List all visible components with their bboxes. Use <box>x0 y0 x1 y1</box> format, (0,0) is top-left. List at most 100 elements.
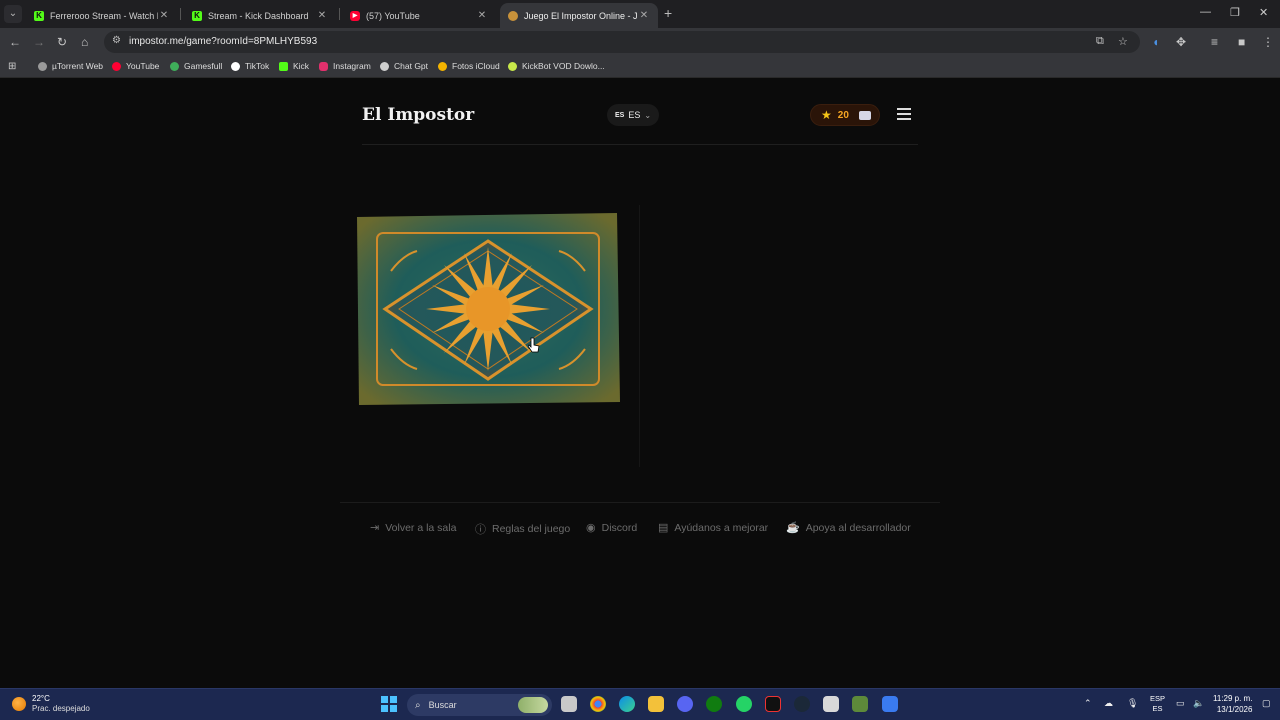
windows-taskbar: 22°C Prac. despejado ⌕ Buscar ⌃ ☁ 🎙 ESP … <box>0 688 1280 720</box>
url-text[interactable]: impostor.me/game?roomId=8PMLHYB593 <box>129 36 317 47</box>
tab-divider <box>180 8 181 20</box>
bookmark-fotos-icloud[interactable]: Fotos iCloud <box>438 61 500 71</box>
onedrive-icon[interactable]: ☁ <box>1104 698 1113 709</box>
site-logo[interactable]: El Impostor <box>362 105 474 125</box>
input-language-indicator[interactable]: ESP ES <box>1150 694 1165 714</box>
site-info-icon[interactable]: ⚙ <box>112 35 121 46</box>
language-selector[interactable]: ES ES ⌄ <box>607 104 659 126</box>
page-content: El Impostor ES ES ⌄ ★ 20 ⇥ Volver a la s… <box>0 80 1280 688</box>
tiktok-icon[interactable] <box>765 696 781 712</box>
tab-strip: ⌄ K Ferrerooo Stream - Watch Live ✕ K St… <box>0 0 1280 28</box>
task-view-icon[interactable] <box>561 696 577 712</box>
minimize-icon[interactable]: — <box>1200 6 1211 18</box>
mouse-cursor-icon <box>528 337 540 353</box>
notifications-icon[interactable]: ▢ <box>1262 698 1271 709</box>
footer-link-label: Reglas del juego <box>492 523 571 535</box>
microphone-icon[interactable]: 🎙 <box>1127 698 1138 709</box>
bookmark-instagram[interactable]: Instagram <box>319 61 371 71</box>
reload-icon[interactable]: ↻ <box>57 34 67 50</box>
language-bottom: ES <box>1152 704 1163 713</box>
minecraft-icon[interactable] <box>852 696 868 712</box>
roblox-icon[interactable] <box>882 696 898 712</box>
edge-icon[interactable] <box>619 696 635 712</box>
whatsapp-icon[interactable] <box>736 696 752 712</box>
tab-el-impostor[interactable]: Juego El Impostor Online - Jug ✕ <box>500 3 658 28</box>
tab-ferrerooo-stream[interactable]: K Ferrerooo Stream - Watch Live ✕ <box>26 3 178 28</box>
discord-link[interactable]: ◉ Discord <box>586 521 637 535</box>
new-tab-button[interactable]: + <box>664 6 672 20</box>
weather-temperature: 22°C <box>32 694 50 703</box>
media-control-icon[interactable]: ≡ <box>1211 34 1218 50</box>
score-value: 20 <box>837 109 849 121</box>
back-icon[interactable]: ← <box>9 34 21 50</box>
taskbar-search[interactable]: ⌕ Buscar <box>407 694 552 716</box>
tab-kick-dashboard[interactable]: K Stream - Kick Dashboard ✕ <box>184 3 336 28</box>
bookmark-kickbot[interactable]: KickBot VOD Dowlo... <box>508 61 605 71</box>
bookmark-chatgpt[interactable]: Chat Gpt <box>380 61 428 71</box>
score-badge[interactable]: ★ 20 <box>810 104 880 126</box>
footer-link-label: Volver a la sala <box>385 521 457 534</box>
bookmark-youtube[interactable]: YouTube <box>112 61 159 71</box>
bookmark-label: YouTube <box>126 61 160 71</box>
header-divider <box>362 144 918 145</box>
bookmark-gamesfull[interactable]: Gamesfull <box>170 61 222 71</box>
weather-sun-icon <box>12 697 26 711</box>
chrome-icon[interactable] <box>590 696 606 712</box>
kick-icon: K <box>34 10 44 21</box>
support-developer-link[interactable]: ☕ Apoya al desarrollador <box>786 521 911 535</box>
apps-grid-icon[interactable]: ⊞ <box>8 61 16 72</box>
back-to-room-link[interactable]: ⇥ Volver a la sala <box>370 521 457 535</box>
tab-title: Juego El Impostor Online - Jug <box>524 10 638 21</box>
system-clock[interactable]: 11:29 p. m. 13/1/2026 <box>1213 693 1252 715</box>
profile-avatar-icon[interactable]: ■ <box>1238 34 1245 50</box>
browser-toolbar: ← → ↻ ⌂ ⚙ impostor.me/game?roomId=8PMLHY… <box>0 28 1280 56</box>
install-app-icon[interactable]: ⧉ <box>1096 35 1104 48</box>
youtube-icon <box>112 61 121 71</box>
file-explorer-icon[interactable] <box>648 696 664 712</box>
volume-icon[interactable]: 🔈 <box>1193 698 1204 709</box>
language-top: ESP <box>1150 694 1166 703</box>
feedback-link[interactable]: ▤ Ayúdanos a mejorar <box>658 521 768 535</box>
chatgpt-icon <box>380 61 389 71</box>
start-button-icon[interactable] <box>381 696 397 712</box>
extensions-icon[interactable]: ✥ <box>1176 34 1186 50</box>
restore-icon[interactable]: ❐ <box>1230 6 1240 19</box>
chevron-down-icon: ⌄ <box>644 110 652 120</box>
calculator-icon[interactable] <box>823 696 839 712</box>
weather-description: Prac. despejado <box>32 704 90 713</box>
home-icon[interactable]: ⌂ <box>81 34 88 50</box>
info-icon: ⓘ <box>475 524 486 536</box>
steam-icon[interactable] <box>794 696 810 712</box>
game-rules-link[interactable]: ⓘ Reglas del juego <box>475 521 570 537</box>
xbox-icon[interactable] <box>706 696 722 712</box>
close-tab-icon[interactable]: ✕ <box>638 10 650 21</box>
bookmark-utorrent[interactable]: µTorrent Web <box>38 61 103 71</box>
bookmarks-bar: ⊞ µTorrent Web YouTube Gamesfull TikTok … <box>0 56 1280 78</box>
network-icon[interactable]: ▭ <box>1176 698 1185 709</box>
hamburger-menu-icon[interactable] <box>897 108 911 120</box>
clock-time: 11:29 p. m. <box>1213 694 1253 703</box>
tiktok-icon <box>231 61 240 71</box>
bookmark-star-icon[interactable]: ☆ <box>1118 35 1128 48</box>
bookmark-label: Chat Gpt <box>394 61 429 71</box>
close-tab-icon[interactable]: ✕ <box>158 10 170 21</box>
show-hidden-icons-icon[interactable]: ⌃ <box>1084 698 1092 709</box>
kick-icon <box>279 61 288 71</box>
exit-icon: ⇥ <box>370 522 380 534</box>
menu-kebab-icon[interactable]: ⋮ <box>1262 34 1274 50</box>
bookmark-kick[interactable]: Kick <box>279 61 309 71</box>
forward-icon[interactable]: → <box>33 34 45 50</box>
discord-icon[interactable] <box>677 696 693 712</box>
close-tab-icon[interactable]: ✕ <box>316 10 328 21</box>
youtube-icon: ▶ <box>350 10 360 21</box>
tab-youtube[interactable]: ▶ (57) YouTube ✕ <box>342 3 496 28</box>
close-window-icon[interactable]: ✕ <box>1259 6 1268 19</box>
bookmark-tiktok[interactable]: TikTok <box>231 61 269 71</box>
extension-audio-icon[interactable]: ◖ <box>1152 34 1159 50</box>
address-bar[interactable]: ⚙ impostor.me/game?roomId=8PMLHYB593 ⧉ ☆ <box>104 31 1140 53</box>
tab-search-button[interactable]: ⌄ <box>4 5 22 23</box>
language-code: ES <box>628 110 641 120</box>
close-tab-icon[interactable]: ✕ <box>476 10 488 21</box>
game-card[interactable] <box>355 213 621 406</box>
weather-widget[interactable]: 22°C Prac. despejado <box>12 694 90 714</box>
